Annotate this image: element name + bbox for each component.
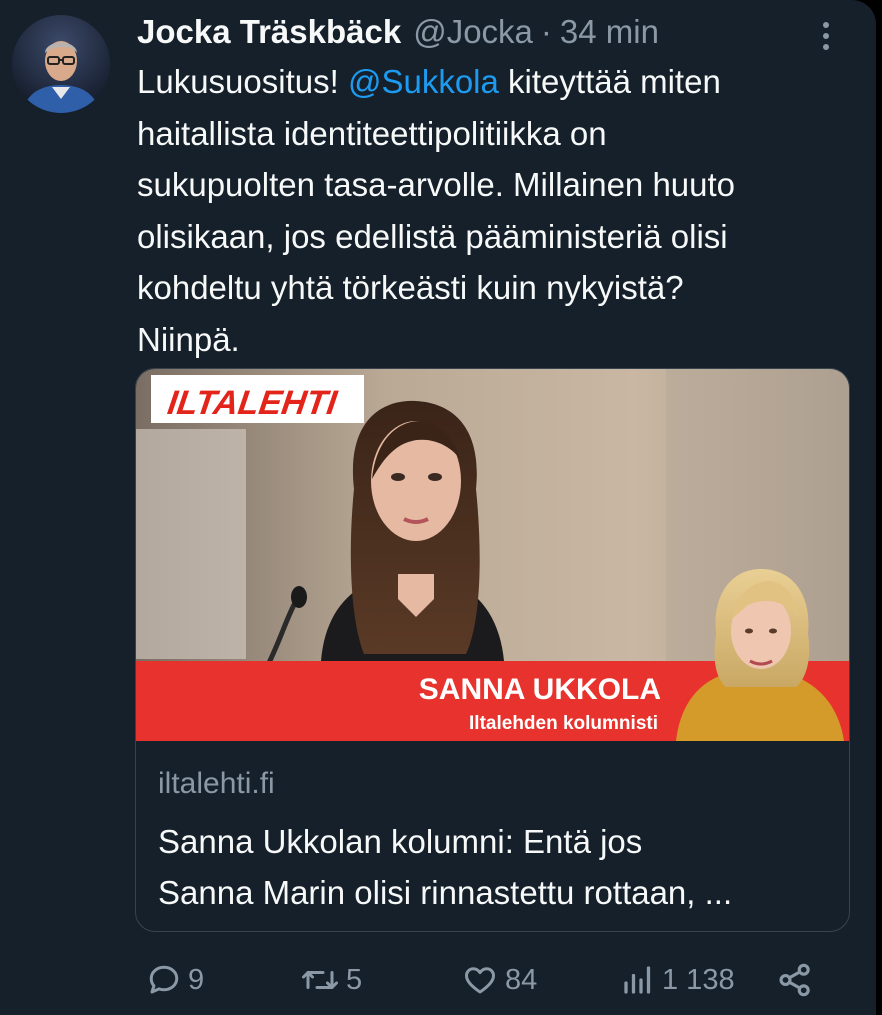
banner-role: Iltalehden kolumnisti	[469, 713, 658, 734]
tweet-card: Jocka Träskbäck @Jocka · 34 min Lukusuos…	[0, 0, 876, 1015]
more-icon[interactable]	[814, 16, 838, 56]
mention-link[interactable]: @Sukkola	[348, 63, 499, 100]
reply-icon	[149, 965, 179, 994]
author-handle[interactable]: @Jocka	[413, 12, 533, 52]
link-preview-image[interactable]: ILTALEHTI SANNA UKKOLA Iltalehden kolumn…	[136, 369, 849, 741]
link-preview-card[interactable]: ILTALEHTI SANNA UKKOLA Iltalehden kolumn…	[135, 368, 850, 932]
link-title-line: Sanna Ukkolan kolumni: Entä jos	[158, 823, 643, 860]
share-icon	[779, 963, 810, 997]
like-icon	[465, 967, 495, 994]
reply-button[interactable]: 9	[146, 955, 204, 1005]
tweet-header: Jocka Träskbäck @Jocka · 34 min	[137, 12, 659, 52]
views-button[interactable]: 1 138	[620, 955, 735, 1005]
tweet-text: Lukusuositus! @Sukkola kiteyttää miten h…	[137, 56, 862, 365]
tweet-text-line: Lukusuositus! @Sukkola kiteyttää miten	[137, 56, 862, 108]
author-avatar[interactable]	[12, 15, 110, 113]
tweet-text-fragment: Lukusuositus!	[137, 63, 348, 100]
iltalehti-logo: ILTALEHTI	[165, 384, 340, 422]
view-count: 1 138	[662, 963, 735, 996]
like-count: 84	[505, 963, 538, 996]
tweet-text-line: olisikaan, jos edellistä pääministeriä o…	[137, 217, 728, 255]
tweet-timestamp[interactable]: 34 min	[560, 12, 659, 52]
banner-name: SANNA UKKOLA	[419, 673, 661, 706]
retweet-count: 5	[346, 963, 363, 996]
like-button[interactable]: 84	[461, 955, 537, 1005]
tweet-text-line: sukupuolten tasa-arvolle. Millainen huut…	[137, 166, 736, 203]
tweet-text-fragment: kiteyttää miten	[498, 63, 721, 100]
retweet-icon	[302, 971, 338, 989]
reply-count: 9	[188, 963, 205, 996]
link-title-line: Sanna Marin olisi rinnastettu rottaan, .…	[158, 874, 733, 911]
retweet-button[interactable]: 5	[300, 955, 362, 1005]
link-title: Sanna Ukkolan kolumni: Entä jos Sanna Ma…	[158, 816, 838, 918]
tweet-text-line: haitallista identiteettipolitiikka on	[137, 114, 607, 152]
tweet-text-line: kohdeltu yhtä törkeästi kuin nykyistä?	[137, 269, 684, 306]
share-button[interactable]	[776, 955, 814, 1005]
views-icon	[624, 966, 651, 994]
header-separator: ·	[540, 13, 552, 50]
link-domain: iltalehti.fi	[158, 767, 275, 800]
author-name[interactable]: Jocka Träskbäck	[137, 12, 401, 52]
tweet-actions: 9 5 84 1 138	[0, 955, 876, 1005]
tweet-text-line: Niinpä.	[137, 320, 240, 358]
